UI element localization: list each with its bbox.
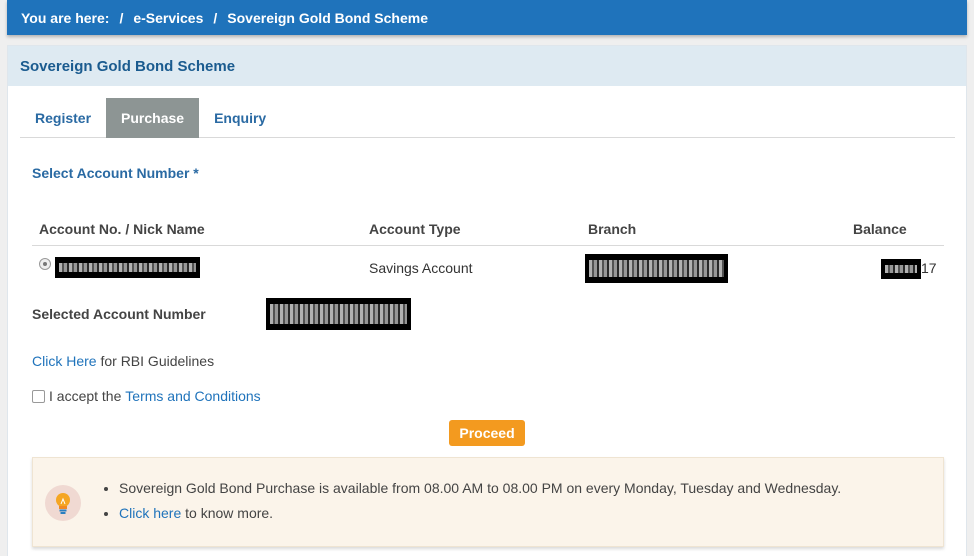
rbi-guidelines: Click Here for RBI Guidelines: [32, 353, 214, 369]
info-box: Sovereign Gold Bond Purchase is availabl…: [32, 457, 944, 547]
table-header: Account No. / Nick Name Account Type Bra…: [32, 210, 944, 246]
col-balance: Balance: [853, 221, 907, 237]
table-row[interactable]: Savings Account 17: [32, 246, 944, 290]
redacted-account-number: [55, 257, 200, 278]
col-account-no: Account No. / Nick Name: [39, 221, 205, 237]
list-item: Sovereign Gold Bond Purchase is availabl…: [119, 480, 841, 496]
breadcrumb: You are here: / e-Services / Sovereign G…: [7, 0, 967, 35]
balance-suffix: 17: [921, 260, 937, 276]
proceed-button[interactable]: Proceed: [449, 420, 525, 446]
tab-purchase[interactable]: Purchase: [106, 98, 200, 138]
terms-checkbox[interactable]: [32, 389, 45, 403]
list-item: Click here to know more.: [119, 505, 841, 521]
panel-title: Sovereign Gold Bond Scheme: [8, 46, 966, 86]
know-more-link[interactable]: Click here: [119, 505, 181, 521]
col-branch: Branch: [588, 221, 637, 237]
info-list: Sovereign Gold Bond Purchase is availabl…: [119, 480, 841, 530]
terms-link[interactable]: Terms and Conditions: [125, 388, 260, 404]
tab-enquiry[interactable]: Enquiry: [199, 98, 281, 138]
tab-register[interactable]: Register: [20, 98, 106, 138]
account-table: Account No. / Nick Name Account Type Bra…: [32, 210, 944, 290]
account-radio[interactable]: [39, 258, 51, 270]
terms-row: I accept the Terms and Conditions: [32, 388, 261, 404]
breadcrumb-item-eservices[interactable]: e-Services: [133, 10, 203, 26]
breadcrumb-separator: /: [119, 9, 124, 26]
rbi-text: for RBI Guidelines: [96, 353, 215, 369]
breadcrumb-item-current: Sovereign Gold Bond Scheme: [227, 9, 428, 26]
breadcrumb-separator: /: [213, 9, 218, 26]
select-account-label: Select Account Number *: [32, 165, 199, 181]
redacted-selected-account: [266, 298, 411, 330]
account-type-value: Savings Account: [369, 260, 473, 276]
lightbulb-icon: [45, 485, 81, 521]
selected-account-label: Selected Account Number: [32, 306, 206, 322]
redacted-branch: [585, 254, 728, 283]
sgb-panel: Sovereign Gold Bond Scheme Register Purc…: [7, 45, 967, 556]
terms-text: I accept the: [49, 388, 126, 404]
redacted-balance: [881, 259, 921, 279]
breadcrumb-prefix: You are here:: [21, 9, 110, 26]
tab-bar: Register Purchase Enquiry: [20, 98, 955, 138]
rbi-click-here-link[interactable]: Click Here: [32, 353, 97, 369]
col-account-type: Account Type: [369, 221, 461, 237]
